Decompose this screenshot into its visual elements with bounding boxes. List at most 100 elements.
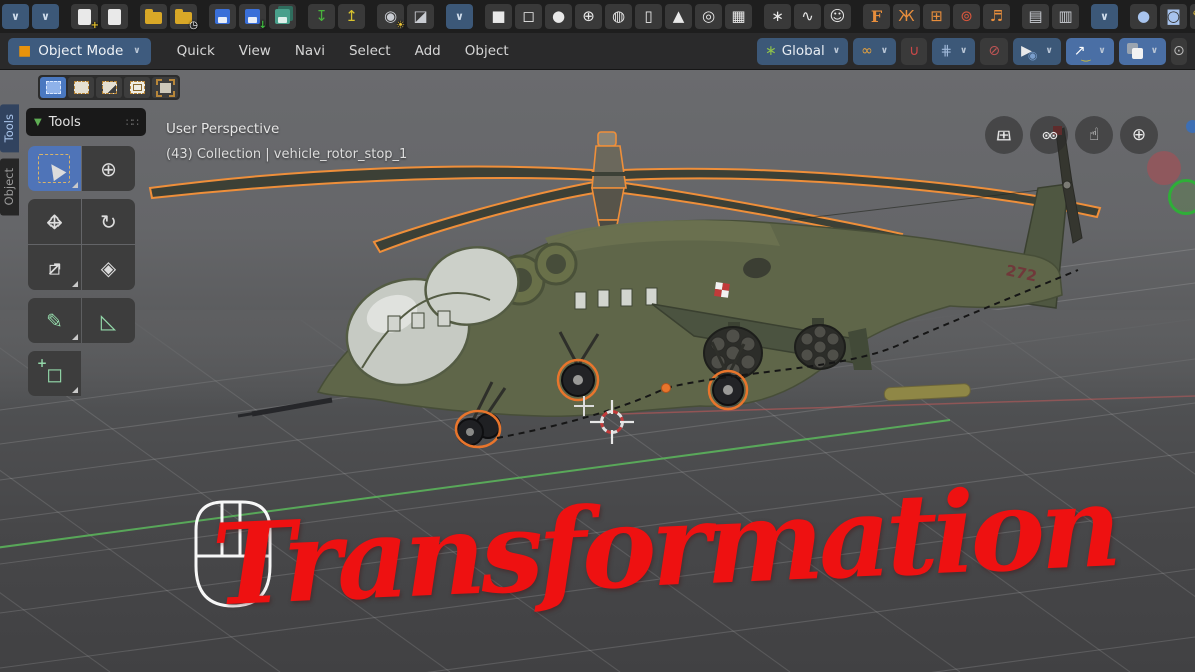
speaker-button[interactable]: ♬ xyxy=(983,4,1010,29)
mesh-uvsphere-button[interactable]: ⊕ xyxy=(575,4,602,29)
camera-view-button[interactable]: ⊙⊙ xyxy=(1030,116,1068,154)
toolbar-tools: ▲ ⊕ ↔ ↕ ↻ ↗ ▫ ◈ ✎ ◺ ◻ + xyxy=(28,146,136,404)
metaball-cube-icon: ◙ xyxy=(1166,7,1181,25)
pan-hand-button[interactable]: ☝ xyxy=(1075,116,1113,154)
mesh-plane-icon: ■ xyxy=(491,7,506,25)
gizmo-x-axis-ball[interactable] xyxy=(1147,151,1181,185)
tools-panel-header[interactable]: ▼ Tools ∷∷ xyxy=(26,108,146,136)
snap-magnet-button[interactable]: ∪ xyxy=(901,37,928,65)
tool-move[interactable]: ↔ ↕ xyxy=(28,199,81,244)
mesh-cone-button[interactable]: ▲ xyxy=(665,4,692,29)
file-new-button[interactable]: + xyxy=(71,4,99,31)
mesh-plane-button[interactable]: ■ xyxy=(485,4,512,29)
menu-quick[interactable]: Quick xyxy=(165,43,227,59)
select-mode-set[interactable] xyxy=(40,77,66,98)
recent-files-button[interactable]: ◷ xyxy=(170,4,198,31)
reference-image-button[interactable]: ▤ xyxy=(1022,4,1049,29)
metaball-button[interactable]: ● xyxy=(1130,4,1157,29)
render-animation-button[interactable]: ◪ xyxy=(407,4,434,29)
export-button[interactable]: ↥ xyxy=(338,4,365,29)
editor-type-dropdown: ∨ xyxy=(11,10,20,23)
monkey-suzanne-button[interactable]: ☺ xyxy=(824,4,851,29)
tool-measure-icon: ◺ xyxy=(100,308,117,333)
zoom-button[interactable]: ⊕ xyxy=(1120,116,1158,154)
paint-tool-button[interactable]: ✎∨ xyxy=(1190,4,1195,29)
transform-orientation-button-icon: ∗ xyxy=(764,43,777,59)
background-image-button[interactable]: ▥ xyxy=(1052,4,1079,29)
select-mode-invert[interactable] xyxy=(124,77,150,98)
snap-target-button[interactable]: ⋕ ∨ xyxy=(932,37,976,65)
tool-cursor[interactable]: ⊕ xyxy=(82,146,135,191)
mesh-grid-button[interactable]: ▦ xyxy=(725,4,752,29)
chevron-down-icon: ∨ xyxy=(1045,46,1053,56)
transform-orientation-button[interactable]: ∗ Global ∨ xyxy=(756,37,849,65)
tool-select-box[interactable]: ▲ xyxy=(28,146,81,191)
movie-camera-icon: ⊚ xyxy=(960,7,973,25)
menu-object[interactable]: Object xyxy=(453,43,521,59)
add-primitive-dropdown[interactable]: ∨ xyxy=(446,4,473,29)
viewport-3d[interactable]: 272 Tools Object ▼ Tools ∷∷ ▲ ⊕ ↔ ↕ ↻ ↗ … xyxy=(0,70,1195,672)
import-button[interactable]: ↧ xyxy=(308,4,335,29)
tab-tools[interactable]: Tools xyxy=(0,104,19,153)
select-mode-intersect[interactable] xyxy=(152,77,178,98)
tool-annotate[interactable]: ✎ xyxy=(28,298,81,343)
chevron-down-icon: ∨ xyxy=(880,46,889,56)
mesh-cube-button[interactable]: ◻ xyxy=(515,4,542,29)
viewport-display-button[interactable]: ∨ xyxy=(1118,37,1166,65)
render-image-button[interactable]: ◉ ☀ xyxy=(377,4,405,31)
mesh-uvsphere-icon: ⊕ xyxy=(582,7,595,25)
select-mode-subtract[interactable] xyxy=(96,77,122,98)
save-copy-button[interactable] xyxy=(269,4,296,29)
workspace-dropdown[interactable]: ∨ xyxy=(32,4,59,29)
falloff-button[interactable]: ↗ ‿ ∨ xyxy=(1065,37,1114,65)
save-button[interactable] xyxy=(209,4,236,29)
mesh-torus-button[interactable]: ◎ xyxy=(695,4,722,29)
lattice-button[interactable]: ⊞ xyxy=(923,4,950,29)
view-grid-button[interactable]: ⊞ xyxy=(985,116,1023,154)
file-blank-button[interactable] xyxy=(101,4,128,29)
save-increment-icon-badge: ↓ xyxy=(258,20,267,31)
save-increment-button[interactable]: ↓ xyxy=(239,4,267,31)
folder-open-button[interactable] xyxy=(140,4,167,29)
menu-navi[interactable]: Navi xyxy=(283,43,337,59)
export-icon: ↥ xyxy=(345,7,358,25)
image-dropdown[interactable]: ∨ xyxy=(1091,4,1118,29)
metaball-cube-button[interactable]: ◙ xyxy=(1160,4,1187,29)
menu-view[interactable]: View xyxy=(227,43,283,59)
select-visibility-button[interactable]: ▶ ◉ ∨ xyxy=(1013,37,1061,65)
tool-add-cube[interactable]: ◻ + xyxy=(28,351,81,396)
menu-bar: Quick View Navi Select Add Object xyxy=(165,43,521,59)
mesh-cylinder-button[interactable]: ▯ xyxy=(635,4,662,29)
monkey-suzanne-icon: ☺ xyxy=(829,7,846,25)
tool-rotate[interactable]: ↻ xyxy=(82,199,135,244)
object-origin-dot[interactable] xyxy=(661,383,671,393)
editor-type-dropdown[interactable]: ∨ xyxy=(2,4,29,29)
mode-selector[interactable]: ■ Object Mode ∨ xyxy=(8,37,151,65)
proportional-editing-button-icon: ⊘ xyxy=(988,43,1001,59)
tool-select-box-icon: ▲ xyxy=(41,154,68,183)
mesh-circle-icon: ● xyxy=(551,7,566,25)
select-visibility-button-icon-2: ◉ xyxy=(1027,49,1038,62)
chevron-down-icon: ∨ xyxy=(133,46,141,56)
select-mode-intersect-icon xyxy=(155,78,175,97)
mesh-circle-button[interactable]: ● xyxy=(545,4,572,29)
gizmo-partial-button[interactable]: ⊙ xyxy=(1171,37,1187,65)
tab-object[interactable]: Object xyxy=(0,158,19,216)
mode-label: Object Mode xyxy=(38,43,124,59)
tool-transform[interactable]: ◈ xyxy=(82,245,135,290)
curve-button[interactable]: ∿ xyxy=(794,4,821,29)
empty-axes-button[interactable]: ∗ xyxy=(764,4,791,29)
proportional-editing-button[interactable]: ⊘ xyxy=(980,37,1009,65)
tool-measure[interactable]: ◺ xyxy=(82,298,135,343)
tool-scale[interactable]: ↗ ▫ xyxy=(28,245,81,290)
movie-camera-button[interactable]: ⊚ xyxy=(953,4,980,29)
armature-button[interactable]: Ж xyxy=(893,4,920,29)
mesh-icosphere-button[interactable]: ◍ xyxy=(605,4,632,29)
pivot-point-button[interactable]: ∞ ∨ xyxy=(853,37,897,65)
select-mode-extend[interactable] xyxy=(68,77,94,98)
mesh-grid-icon: ▦ xyxy=(731,7,746,25)
menu-select[interactable]: Select xyxy=(337,43,403,59)
gizmo-z-axis-dot[interactable] xyxy=(1186,120,1195,133)
text-object-button[interactable]: F xyxy=(863,4,890,29)
menu-add[interactable]: Add xyxy=(403,43,453,59)
